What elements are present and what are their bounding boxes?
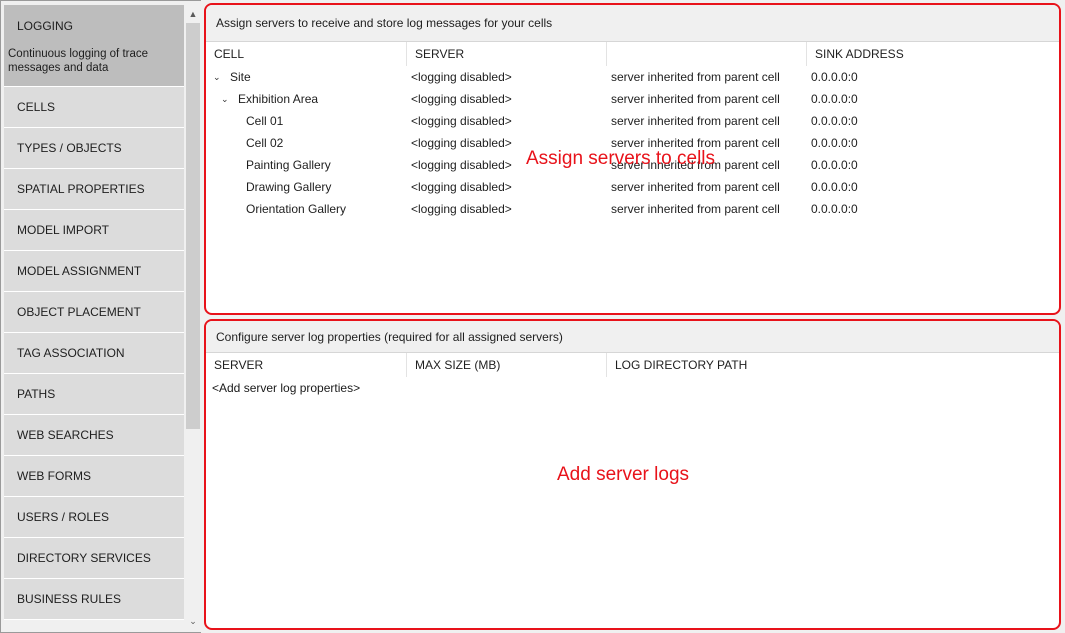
sidebar-item-label: MODEL IMPORT bbox=[17, 223, 110, 237]
column-header-log-directory[interactable]: LOG DIRECTORY PATH bbox=[607, 353, 1059, 377]
cell-label: Painting Gallery bbox=[246, 158, 331, 172]
server-value[interactable]: <logging disabled> bbox=[411, 154, 512, 176]
sink-address-value[interactable]: 0.0.0.0:0 bbox=[811, 88, 858, 110]
column-header-cell[interactable]: CELL bbox=[206, 42, 407, 66]
server-value[interactable]: <logging disabled> bbox=[411, 66, 512, 88]
table-row[interactable]: Drawing Gallery <logging disabled> server … bbox=[206, 176, 1059, 198]
cell-label: Site bbox=[230, 70, 251, 84]
cell-name: ⌄ Exhibition Area bbox=[221, 88, 318, 110]
sidebar-item-model-import[interactable]: MODEL IMPORT bbox=[4, 210, 184, 251]
table-row[interactable]: ⌄ Site <logging disabled> server inherited … bbox=[206, 66, 1059, 88]
sink-address-value[interactable]: 0.0.0.0:0 bbox=[811, 154, 858, 176]
sidebar-item-label: WEB SEARCHES bbox=[17, 428, 114, 442]
scroll-up-icon[interactable]: ▲ bbox=[185, 5, 201, 22]
scroll-thumb[interactable] bbox=[186, 23, 200, 429]
cell-table-body: ⌄ Site <logging disabled> server inherited … bbox=[206, 66, 1059, 220]
sidebar-item-label: TYPES / OBJECTS bbox=[17, 141, 122, 155]
nav-list: LOGGING Continuous logging of trace mess… bbox=[4, 5, 184, 630]
sink-address-value[interactable]: 0.0.0.0:0 bbox=[811, 110, 858, 132]
sidebar-item-label: MODEL ASSIGNMENT bbox=[17, 264, 142, 278]
sidebar-item-label: TAG ASSOCIATION bbox=[17, 346, 125, 360]
sidebar-scrollbar[interactable]: ▲ ⌄ bbox=[185, 5, 201, 630]
sidebar-item-paths[interactable]: PATHS bbox=[4, 374, 184, 415]
sidebar-item-label: LOGGING bbox=[17, 19, 74, 33]
sidebar-item-label: CELLS bbox=[17, 100, 56, 114]
cell-name: Orientation Gallery bbox=[246, 198, 346, 220]
sidebar-item-cells[interactable]: CELLS bbox=[4, 87, 184, 128]
sidebar-item-object-placement[interactable]: OBJECT PLACEMENT bbox=[4, 292, 184, 333]
sink-address-value[interactable]: 0.0.0.0:0 bbox=[811, 198, 858, 220]
sidebar-item-label: WEB FORMS bbox=[17, 469, 91, 483]
server-value[interactable]: <logging disabled> bbox=[411, 110, 512, 132]
cell-label: Exhibition Area bbox=[238, 92, 319, 106]
sidebar-item-users-roles[interactable]: USERS / ROLES bbox=[4, 497, 184, 538]
sidebar-item-types-objects[interactable]: TYPES / OBJECTS bbox=[4, 128, 184, 169]
sink-address-value[interactable]: 0.0.0.0:0 bbox=[811, 132, 858, 154]
panel-title: Assign servers to receive and store log … bbox=[206, 5, 1059, 42]
sink-address-value[interactable]: 0.0.0.0:0 bbox=[811, 176, 858, 198]
sidebar-item-label: SPATIAL PROPERTIES bbox=[17, 182, 145, 196]
scroll-down-icon[interactable]: ⌄ bbox=[185, 613, 201, 630]
sidebar-item-tag-association[interactable]: TAG ASSOCIATION bbox=[4, 333, 184, 374]
inheritance-note: server inherited from parent cell bbox=[611, 202, 780, 216]
chevron-down-icon[interactable]: ⌄ bbox=[213, 73, 221, 82]
inheritance-note: server inherited from parent cell bbox=[611, 92, 780, 106]
server-value[interactable]: <logging disabled> bbox=[411, 132, 512, 154]
chevron-down-icon[interactable]: ⌄ bbox=[221, 95, 229, 104]
sidebar-item-spatial-properties[interactable]: SPATIAL PROPERTIES bbox=[4, 169, 184, 210]
sidebar-item-label: USERS / ROLES bbox=[17, 510, 110, 524]
sidebar-item-directory-services[interactable]: DIRECTORY SERVICES bbox=[4, 538, 184, 579]
sidebar-item-description: Continuous logging of trace messages and… bbox=[8, 48, 149, 74]
column-header-server[interactable]: SERVER bbox=[206, 353, 407, 377]
panel-title: Configure server log properties (require… bbox=[206, 321, 1059, 353]
sidebar-item-web-searches[interactable]: WEB SEARCHES bbox=[4, 415, 184, 456]
sidebar-item-label: PATHS bbox=[17, 387, 56, 401]
cell-name: Cell 02 bbox=[246, 132, 283, 154]
table-row[interactable]: Orientation Gallery <logging disabled> ser… bbox=[206, 198, 1059, 220]
sidebar-item-label: OBJECT PLACEMENT bbox=[17, 305, 141, 319]
table-row[interactable]: ⌄ Exhibition Area <logging disabled> server… bbox=[206, 88, 1059, 110]
table-header: CELL SERVER SINK ADDRESS bbox=[206, 42, 1059, 66]
server-value[interactable]: <logging disabled> bbox=[411, 176, 512, 198]
cell-label: Orientation Gallery bbox=[246, 202, 347, 216]
sidebar-item-logging[interactable]: LOGGING Continuous logging of trace mess… bbox=[4, 5, 184, 87]
inheritance-note: server inherited from parent cell bbox=[611, 180, 780, 194]
column-header-inheritance[interactable] bbox=[607, 42, 807, 66]
table-row[interactable]: Cell 01 <logging disabled> server inherite… bbox=[206, 110, 1059, 132]
sidebar-item-model-assignment[interactable]: MODEL ASSIGNMENT bbox=[4, 251, 184, 292]
cell-label: Cell 01 bbox=[246, 114, 284, 128]
cell-name: Drawing Gallery bbox=[246, 176, 331, 198]
cell-name: ⌄ Site bbox=[213, 66, 251, 88]
cell-name: Painting Gallery bbox=[246, 154, 331, 176]
annotation-add-server-logs: Add server logs bbox=[557, 464, 690, 485]
cell-label: Cell 02 bbox=[246, 136, 284, 150]
server-value[interactable]: <logging disabled> bbox=[411, 198, 512, 220]
annotation-assign-servers: Assign servers to cells bbox=[526, 148, 716, 169]
sidebar-item-label: DIRECTORY SERVICES bbox=[17, 551, 151, 565]
column-header-server[interactable]: SERVER bbox=[407, 42, 607, 66]
sink-address-value[interactable]: 0.0.0.0:0 bbox=[811, 66, 858, 88]
sidebar-item-label: BUSINESS RULES bbox=[17, 592, 122, 606]
inheritance-note: server inherited from parent cell bbox=[611, 70, 780, 84]
add-server-log-row[interactable]: <Add server log properties> bbox=[206, 377, 1059, 399]
server-value[interactable]: <logging disabled> bbox=[411, 88, 512, 110]
sidebar-item-business-rules[interactable]: BUSINESS RULES bbox=[4, 579, 184, 620]
sidebar: LOGGING Continuous logging of trace mess… bbox=[0, 0, 201, 633]
column-header-max-size[interactable]: MAX SIZE (MB) bbox=[407, 353, 607, 377]
inheritance-note: server inherited from parent cell bbox=[611, 114, 780, 128]
sidebar-item-web-forms[interactable]: WEB FORMS bbox=[4, 456, 184, 497]
cell-label: Drawing Gallery bbox=[246, 180, 332, 194]
column-header-sink-address[interactable]: SINK ADDRESS bbox=[807, 42, 1059, 66]
cell-name: Cell 01 bbox=[246, 110, 283, 132]
table-header: SERVER MAX SIZE (MB) LOG DIRECTORY PATH bbox=[206, 353, 1059, 377]
